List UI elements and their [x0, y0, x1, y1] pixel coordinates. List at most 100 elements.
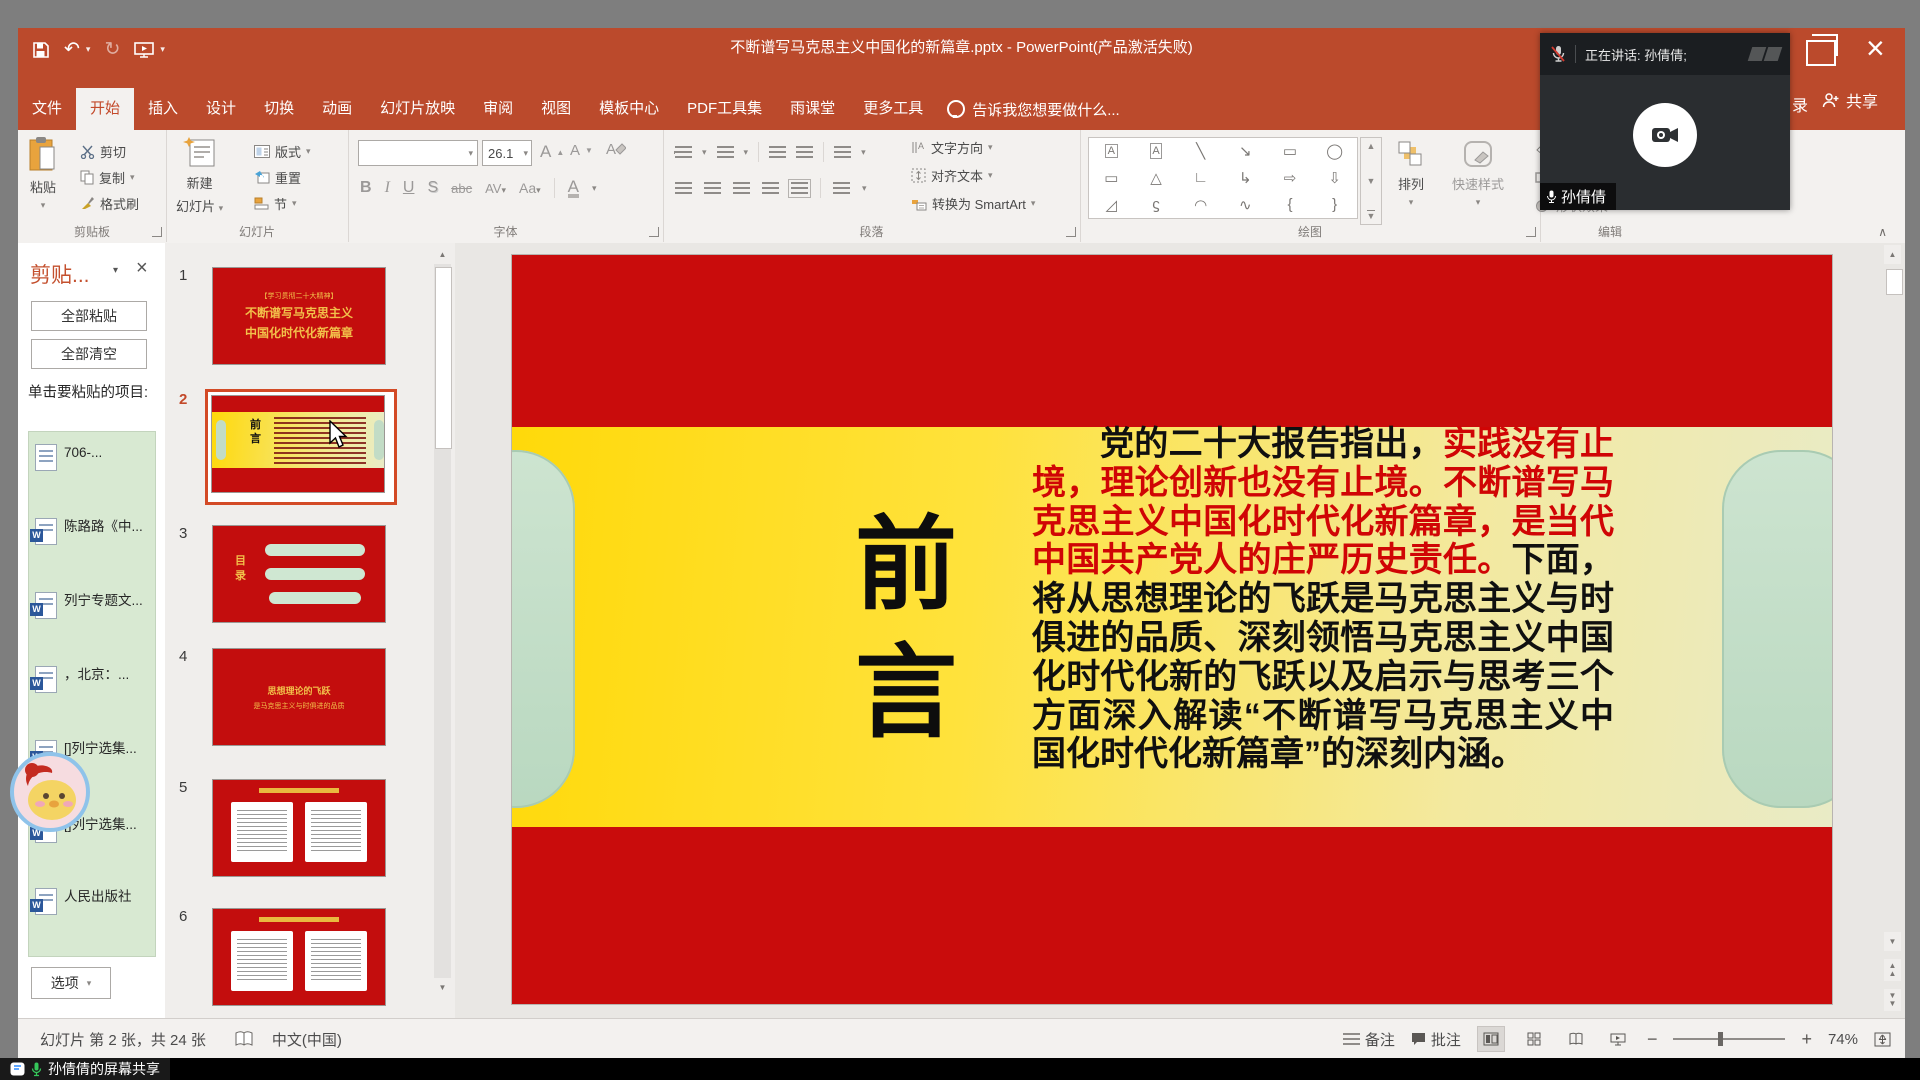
meeting-overlay-header[interactable]: 正在讲话: 孙倩倩; — [1540, 33, 1790, 75]
shape-oval-icon[interactable]: ◯ — [1326, 142, 1343, 160]
shape-vertical-textbox-icon[interactable]: A — [1150, 143, 1161, 159]
next-slide-button[interactable]: ▼▼ — [1884, 989, 1901, 1011]
align-center-button[interactable] — [704, 182, 721, 195]
gallery-more-icon[interactable]: ▼ — [1367, 210, 1376, 221]
zoom-slider-thumb[interactable] — [1718, 1032, 1723, 1046]
slide-thumbnail-1[interactable]: 【学习贯彻二十大精神】 不断谱写马克思主义 中国化时代化新篇章 — [212, 267, 386, 365]
increase-indent-button[interactable] — [796, 146, 813, 159]
clear-formatting-button[interactable]: A — [606, 140, 626, 158]
cut-button[interactable]: 剪切 — [80, 142, 126, 161]
align-right-button[interactable] — [733, 182, 750, 195]
shape-rectangle-icon[interactable]: ▭ — [1283, 142, 1297, 160]
bold-button[interactable]: B — [360, 179, 372, 197]
tab-review[interactable]: 审阅 — [469, 88, 527, 130]
tab-pdf-tools[interactable]: PDF工具集 — [673, 88, 776, 130]
thumbnails-scrollbar[interactable]: ▲ ▼ — [434, 245, 451, 997]
screen-share-banner[interactable]: 孙倩倩的屏幕共享 — [0, 1058, 170, 1080]
zoom-in-button[interactable]: + — [1801, 1029, 1812, 1050]
slide-thumbnail-6[interactable] — [212, 908, 386, 1006]
slide-sorter-view-button[interactable] — [1521, 1027, 1547, 1051]
clipboard-options-button[interactable]: 选项 ▾ — [31, 967, 111, 999]
underline-button[interactable]: U — [403, 179, 415, 197]
tab-transitions[interactable]: 切换 — [250, 88, 308, 130]
shape-curve-icon[interactable]: ∿ — [1239, 196, 1252, 214]
slideshow-view-button[interactable] — [1605, 1027, 1631, 1051]
save-icon[interactable] — [32, 41, 50, 59]
columns-button[interactable] — [833, 182, 850, 195]
section-button[interactable]: 节 ▾ — [254, 194, 297, 213]
numbering-button[interactable] — [717, 146, 734, 159]
font-name-combobox[interactable]: ▾ — [358, 140, 478, 166]
scrollbar-thumb[interactable] — [1886, 269, 1903, 295]
meeting-overlay[interactable]: 正在讲话: 孙倩倩; 孙倩倩 — [1540, 33, 1790, 210]
align-text-button[interactable]: 对齐文本▾ — [911, 166, 993, 185]
tab-template-center[interactable]: 模板中心 — [585, 88, 673, 130]
shape-elbow-arrow-icon[interactable]: ↳ — [1239, 169, 1252, 187]
tab-design[interactable]: 设计 — [192, 88, 250, 130]
shape-right-brace-icon[interactable]: } — [1332, 196, 1337, 213]
scroll-down-icon[interactable]: ▼ — [1884, 932, 1901, 951]
slide-thumbnail-2-selected[interactable]: 前言 — [205, 389, 397, 505]
clipboard-item[interactable]: W 列宁专题文... — [35, 592, 147, 619]
shape-arrow-icon[interactable]: ↘ — [1239, 142, 1252, 160]
distribute-button[interactable] — [791, 182, 808, 195]
shape-freeform-icon[interactable]: ◿ — [1106, 196, 1118, 214]
tab-slideshow[interactable]: 幻灯片放映 — [366, 88, 469, 130]
tell-me-box[interactable]: 告诉我您想要做什么... — [947, 88, 1120, 130]
slide-thumbnail-4[interactable]: 思想理论的飞跃 是马克思主义与时俱进的品质 — [212, 648, 386, 746]
tab-home[interactable]: 开始 — [76, 88, 134, 130]
customize-qat-icon[interactable]: ▾ — [160, 40, 165, 59]
font-size-combobox[interactable]: 26.1 ▾ — [482, 140, 532, 166]
previous-slide-button[interactable]: ▲▲ — [1884, 959, 1901, 981]
grow-font-button[interactable]: A▲ — [540, 142, 564, 162]
shape-elbow-connector-icon[interactable]: ∟ — [1193, 169, 1208, 186]
format-painter-button[interactable]: 格式刷 — [80, 194, 139, 213]
shapes-gallery-scrollbar[interactable]: ▲ ▼ ▼ — [1360, 137, 1382, 225]
drawing-dialog-launcher[interactable] — [1526, 227, 1536, 237]
tab-file[interactable]: 文件 — [18, 88, 76, 130]
paragraph-dialog-launcher[interactable] — [1066, 227, 1076, 237]
shape-left-brace-icon[interactable]: { — [1287, 196, 1292, 213]
shape-line-icon[interactable]: ╲ — [1196, 142, 1205, 160]
slide-thumbnail-3[interactable]: 目录 — [212, 525, 386, 623]
zoom-slider[interactable] — [1673, 1038, 1785, 1040]
shape-arc-icon[interactable]: ◠ — [1194, 196, 1207, 214]
convert-smartart-button[interactable]: 转换为 SmartArt▾ — [911, 194, 1035, 213]
clipboard-item[interactable]: W 人民出版社 — [35, 888, 147, 915]
italic-button[interactable]: I — [385, 179, 390, 197]
new-slide-button[interactable]: 新建 幻灯片 ▾ — [176, 137, 223, 215]
strikethrough-button[interactable]: abc — [451, 181, 472, 196]
font-color-dropdown-icon[interactable]: ▾ — [592, 183, 597, 194]
scrollbar-thumb[interactable] — [435, 267, 452, 449]
scroll-up-icon[interactable]: ▲ — [434, 245, 451, 264]
bullets-button[interactable] — [675, 146, 692, 159]
share-button[interactable]: 共享 — [1822, 88, 1878, 112]
shape-scribble-icon[interactable]: ϛ — [1152, 196, 1160, 213]
tab-animations[interactable]: 动画 — [308, 88, 366, 130]
normal-view-button[interactable] — [1477, 1026, 1505, 1052]
editor-scrollbar[interactable]: ▲ ▼ ▲▲ ▼▼ — [1884, 245, 1902, 1015]
comments-button[interactable]: 批注 — [1411, 1029, 1461, 1050]
shapes-gallery[interactable]: A A ╲ ↘ ▭ ◯ ▭ △ ∟ ↳ ⇨ ⇩ ◿ ϛ ◠ ∿ { } — [1088, 137, 1358, 219]
slide-canvas[interactable]: 前 言 党的二十大报告指出，实践没有止境，理论创新也没有止境。不断谱写马克思主义… — [512, 255, 1832, 1004]
clipboard-item[interactable]: W 陈路路《中... — [35, 518, 147, 545]
shape-block-arrow-right-icon[interactable]: ⇨ — [1284, 169, 1297, 187]
pane-close-icon[interactable]: × — [136, 257, 148, 280]
arrange-button[interactable]: 排列 ▾ — [1396, 140, 1426, 208]
tab-more-tools[interactable]: 更多工具 — [849, 88, 937, 130]
scroll-up-icon[interactable]: ▲ — [1884, 245, 1901, 264]
change-case-button[interactable]: Aa▾ — [519, 180, 541, 196]
decrease-indent-button[interactable] — [769, 146, 786, 159]
paste-button[interactable]: 粘贴 ▾ — [28, 137, 58, 211]
copy-button[interactable]: 复制 ▾ — [80, 168, 135, 187]
language-indicator[interactable]: 中文(中国) — [272, 1029, 342, 1050]
clear-all-button[interactable]: 全部清空 — [31, 339, 147, 369]
reset-button[interactable]: 重置 — [254, 168, 301, 187]
zoom-percentage[interactable]: 74% — [1828, 1031, 1858, 1048]
line-spacing-button[interactable] — [834, 146, 851, 159]
text-direction-button[interactable]: A 文字方向▾ — [911, 138, 993, 157]
clipboard-item[interactable]: W ，北京：... — [35, 666, 147, 693]
meeting-video-tile[interactable]: 孙倩倩 — [1540, 75, 1790, 210]
clipboard-item[interactable]: 706-... — [35, 444, 147, 471]
close-window-icon[interactable]: × — [1866, 36, 1885, 60]
